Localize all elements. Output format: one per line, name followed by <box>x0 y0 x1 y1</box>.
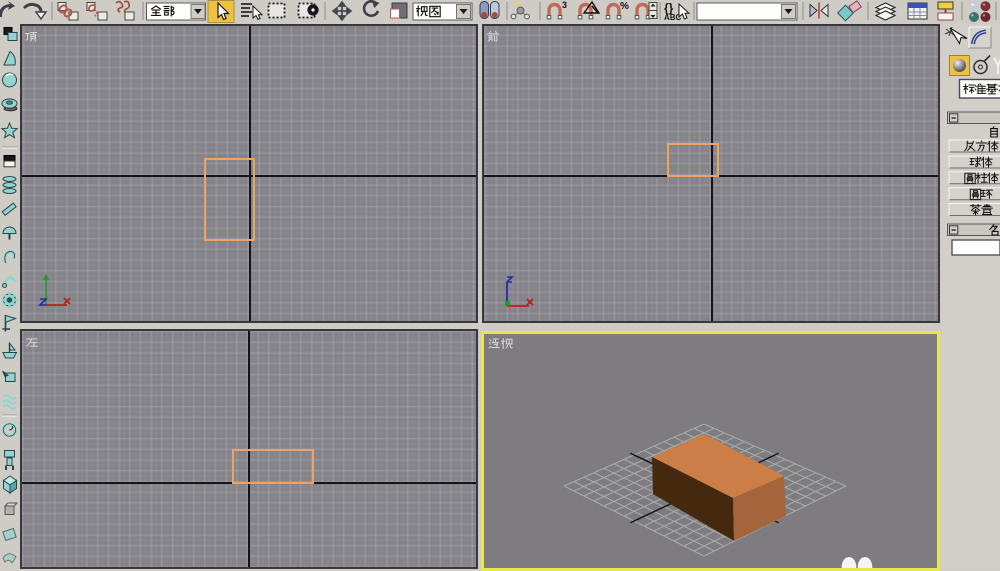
svg-text:%: % <box>620 1 629 12</box>
svg-text:3: 3 <box>562 0 567 10</box>
